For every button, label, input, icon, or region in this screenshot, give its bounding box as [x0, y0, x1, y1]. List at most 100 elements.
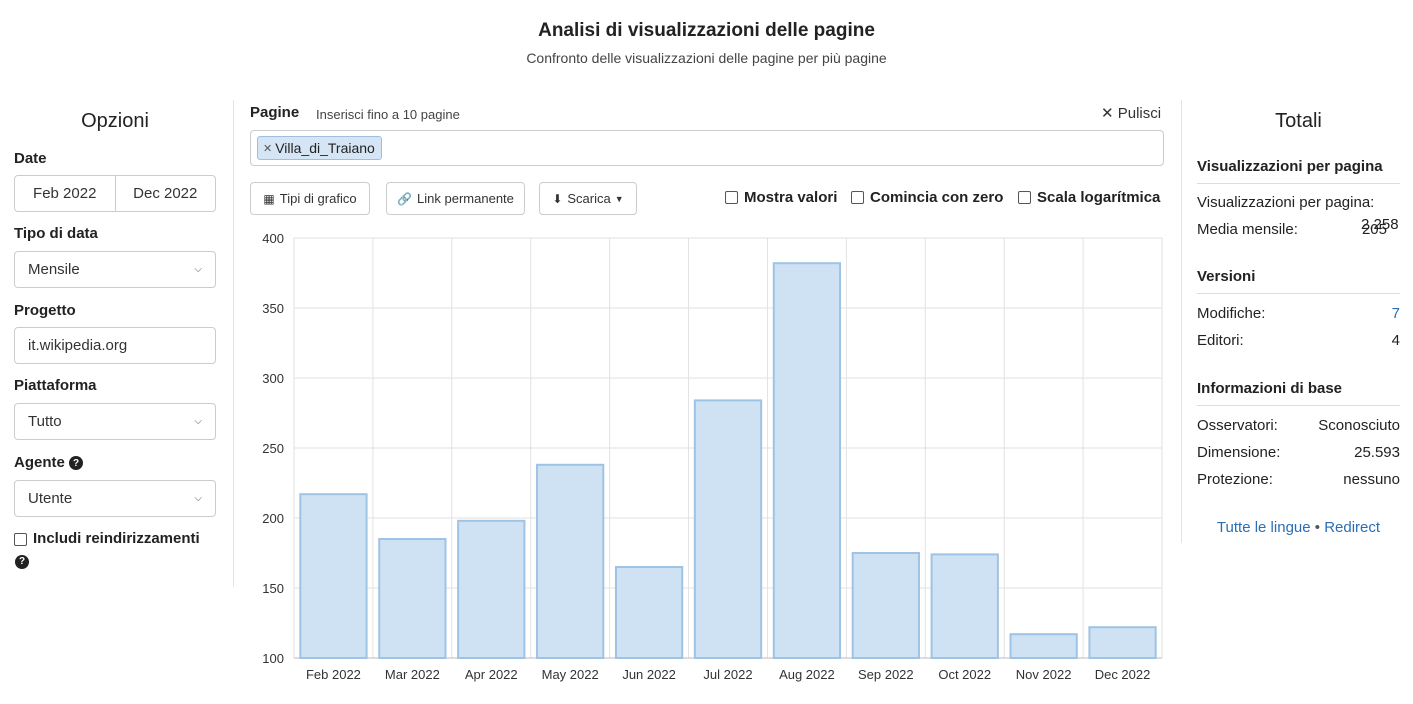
project-input[interactable]: it.wikipedia.org	[14, 327, 216, 364]
show-values-toggle[interactable]: Mostra valori	[725, 189, 837, 206]
y-tick-label: 200	[262, 511, 284, 526]
editors-value: 4	[1391, 332, 1400, 349]
totals-panel: Totali	[1197, 110, 1400, 133]
redirects-link[interactable]: Redirect	[1324, 519, 1380, 536]
totals-title: Totali	[1275, 110, 1322, 132]
agent-select[interactable]: Utente ⌵	[14, 480, 216, 517]
editors-label: Editori:	[1197, 332, 1244, 349]
bar	[614, 566, 684, 659]
views-section-title: Visualizzazioni per pagina	[1197, 158, 1400, 184]
bar	[378, 538, 447, 659]
options-panel: Opzioni	[14, 110, 216, 133]
edits-label: Modifiche:	[1197, 305, 1266, 322]
bar	[851, 552, 920, 659]
right-divider	[1181, 100, 1182, 543]
download-label: Scarica	[567, 191, 611, 206]
x-tick-label: Jun 2022	[622, 667, 676, 682]
bar	[1009, 633, 1078, 660]
chevron-down-icon: ⌵	[194, 264, 202, 275]
close-icon: ✕	[1101, 105, 1114, 122]
log-scale-toggle[interactable]: Scala logarítmica	[1018, 189, 1160, 206]
versions-section-title: Versioni	[1197, 268, 1400, 294]
x-tick-label: Aug 2022	[779, 667, 835, 682]
chart-types-label: Tipi di grafico	[279, 191, 357, 206]
start-zero-toggle[interactable]: Comincia con zero	[851, 189, 1003, 206]
agent-label-row: Agente ?	[14, 454, 84, 471]
bar	[536, 463, 605, 659]
y-tick-label: 100	[262, 651, 284, 666]
clear-button[interactable]: ✕ Pulisci	[1101, 104, 1161, 122]
y-tick-label: 300	[262, 371, 284, 386]
chart-types-button[interactable]: ▦ Tipi di grafico	[250, 182, 370, 215]
help-icon[interactable]: ?	[69, 456, 84, 471]
watchers-value: Sconosciuto	[1318, 417, 1400, 434]
permalink-button[interactable]: 🔗 Link permanente	[386, 182, 525, 215]
x-tick-label: May 2022	[542, 667, 599, 682]
bar	[299, 493, 368, 660]
log-scale-checkbox[interactable]	[1018, 191, 1031, 204]
page-tag[interactable]: ✕ Villa_di_Traiano	[257, 136, 382, 160]
page-header: Analisi di visualizzazioni delle pagine …	[0, 20, 1413, 66]
download-icon: ⬇	[552, 191, 563, 206]
x-tick-label: Nov 2022	[1016, 667, 1072, 682]
x-tick-label: Sep 2022	[858, 667, 914, 682]
size-row: Dimensione: 25.593	[1197, 444, 1400, 461]
y-tick-label: 350	[262, 301, 284, 316]
grid-icon: ▦	[263, 191, 275, 206]
platform-select[interactable]: Tutto ⌵	[14, 403, 216, 440]
editors-row: Editori: 4	[1197, 332, 1400, 349]
x-tick-label: Jul 2022	[703, 667, 752, 682]
date-start-input[interactable]: Feb 2022	[14, 175, 116, 212]
views-row: Visualizzazioni per pagina:	[1197, 194, 1400, 211]
left-divider	[233, 100, 234, 587]
date-range-picker[interactable]: Feb 2022 Dec 2022	[14, 175, 216, 212]
show-values-checkbox[interactable]	[725, 191, 738, 204]
pages-hint: Inserisci fino a 10 pagine	[316, 107, 460, 122]
monthly-avg-label: Media mensile:	[1197, 221, 1298, 238]
bar-chart: 100 150 200 250 300 350 400 Feb 2022 Mar 2022 Apr…	[262, 231, 1163, 682]
pages-input[interactable]: ✕ Villa_di_Traiano	[250, 130, 1164, 166]
redirects-help[interactable]: ?	[15, 553, 29, 571]
project-label: Progetto	[14, 302, 76, 319]
start-zero-checkbox[interactable]	[851, 191, 864, 204]
y-tick-label: 150	[262, 581, 284, 596]
chevron-down-icon: ⌵	[194, 493, 202, 504]
x-tick-label: Mar 2022	[385, 667, 440, 682]
views-label: Visualizzazioni per pagina:	[1197, 194, 1375, 211]
edits-value-link[interactable]: 7	[1392, 305, 1400, 322]
date-label: Date	[14, 150, 47, 167]
caret-down-icon: ▼	[614, 193, 624, 204]
date-type-select[interactable]: Mensile ⌵	[14, 251, 216, 288]
views-total-value: 2.258	[1361, 216, 1399, 233]
date-type-label: Tipo di data	[14, 225, 98, 242]
page-tag-label: Villa_di_Traiano	[275, 140, 375, 156]
x-tick-label: Dec 2022	[1095, 667, 1151, 682]
date-end-input[interactable]: Dec 2022	[115, 175, 216, 212]
redirects-checkbox-row[interactable]: Includi reindirizzamenti	[14, 530, 200, 547]
download-button[interactable]: ⬇ Scarica ▼	[539, 182, 637, 215]
clear-label: Pulisci	[1117, 105, 1162, 122]
bar	[457, 519, 526, 659]
redirects-label: Includi reindirizzamenti	[33, 530, 200, 547]
redirects-checkbox[interactable]	[14, 532, 27, 546]
protection-label: Protezione:	[1197, 471, 1273, 488]
all-languages-link[interactable]: Tutte le lingue	[1217, 519, 1311, 536]
agent-value: Utente	[28, 490, 73, 507]
date-type-value: Mensile	[28, 261, 80, 278]
watchers-label: Osservatori:	[1197, 417, 1278, 434]
bar	[693, 399, 763, 659]
remove-tag-icon[interactable]: ✕	[263, 142, 272, 155]
options-title: Opzioni	[81, 110, 149, 132]
log-scale-label: Scala logarítmica	[1037, 189, 1161, 206]
basic-info-section-title: Informazioni di base	[1197, 380, 1400, 406]
x-tick-label: Feb 2022	[306, 667, 361, 682]
bar	[1088, 626, 1157, 660]
y-tick-label: 250	[262, 441, 284, 456]
protection-value: nessuno	[1343, 471, 1400, 488]
link-separator: •	[1314, 519, 1321, 536]
help-icon[interactable]: ?	[15, 554, 29, 569]
agent-label: Agente	[14, 454, 65, 471]
show-values-label: Mostra valori	[744, 189, 838, 206]
link-icon: 🔗	[397, 191, 413, 206]
edits-row: Modifiche: 7	[1197, 305, 1400, 322]
